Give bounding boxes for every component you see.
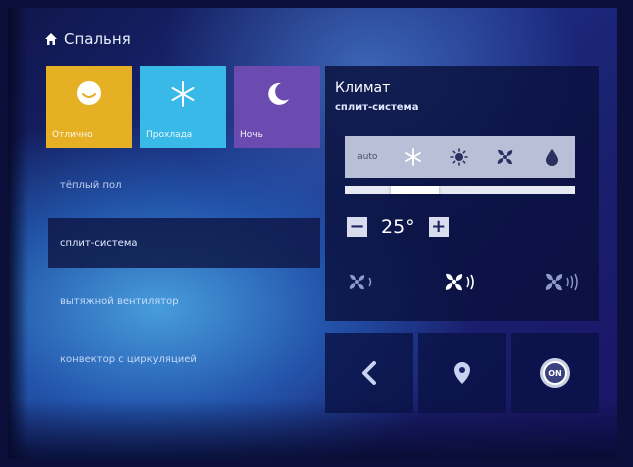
power-label: ON (543, 361, 567, 385)
sun-icon (450, 148, 468, 166)
smiley-icon (77, 81, 101, 105)
location-button[interactable] (418, 333, 506, 413)
mode-dry-button[interactable] (541, 146, 563, 168)
scene-tile-cool[interactable]: Прохлада (140, 66, 226, 148)
fan-speed-medium-button[interactable] (443, 271, 481, 293)
home-icon (45, 33, 57, 45)
mode-auto-button[interactable]: auto (357, 152, 377, 162)
page-header: Спальня (44, 30, 131, 48)
fan-low-icon (349, 274, 372, 290)
fan-speed-selector (347, 271, 583, 293)
scene-tile-label: Отлично (52, 130, 93, 140)
temperature-value: 25° (381, 216, 415, 238)
device-item-split-system[interactable]: сплит-система (48, 218, 320, 268)
mode-slider-indicator (391, 186, 440, 194)
scene-tile-night[interactable]: Ночь (234, 66, 320, 148)
climate-panel: Климат сплит-система auto − 25° + (325, 66, 599, 321)
moon-icon (268, 82, 289, 105)
device-item-convector[interactable]: конвектор с циркуляцией (48, 334, 320, 384)
scene-tile-label: Ночь (240, 130, 263, 140)
power-icon: ON (540, 358, 570, 388)
device-label: вытяжной вентилятор (60, 295, 179, 307)
climate-subtitle: сплит-система (335, 102, 419, 113)
temperature-decrease-button[interactable]: − (347, 217, 367, 237)
snowflake-icon (171, 81, 195, 107)
mode-cool-button[interactable] (402, 146, 424, 168)
climate-title: Климат (335, 80, 391, 96)
chevron-left-icon (362, 361, 376, 385)
fan-medium-icon (445, 273, 474, 291)
scene-tile-label: Прохлада (146, 130, 193, 140)
mode-heat-button[interactable] (448, 146, 470, 168)
mode-fan-button[interactable] (494, 146, 516, 168)
mode-selector: auto (345, 136, 575, 178)
fan-high-icon (545, 273, 578, 291)
device-item-exhaust-fan[interactable]: вытяжной вентилятор (48, 276, 320, 326)
device-label: сплит-система (60, 237, 138, 249)
device-item-floor-heating[interactable]: тёплый пол (48, 160, 320, 210)
device-label: конвектор с циркуляцией (60, 353, 197, 365)
power-button[interactable]: ON (511, 333, 599, 413)
location-pin-icon (454, 362, 470, 384)
back-button[interactable] (325, 333, 413, 413)
fan-speed-low-button[interactable] (347, 272, 381, 292)
temperature-increase-button[interactable]: + (428, 217, 449, 237)
device-label: тёплый пол (60, 179, 122, 191)
edge-shade (8, 8, 28, 459)
page-title: Спальня (64, 30, 131, 48)
scene-tile-comfort[interactable]: Отлично (46, 66, 132, 148)
snowflake-icon (404, 148, 421, 166)
temperature-control: − 25° + (347, 216, 449, 238)
fan-icon (498, 149, 513, 165)
drop-icon (545, 149, 558, 166)
fan-speed-high-button[interactable] (543, 271, 583, 293)
mode-slider-track[interactable] (345, 186, 575, 194)
